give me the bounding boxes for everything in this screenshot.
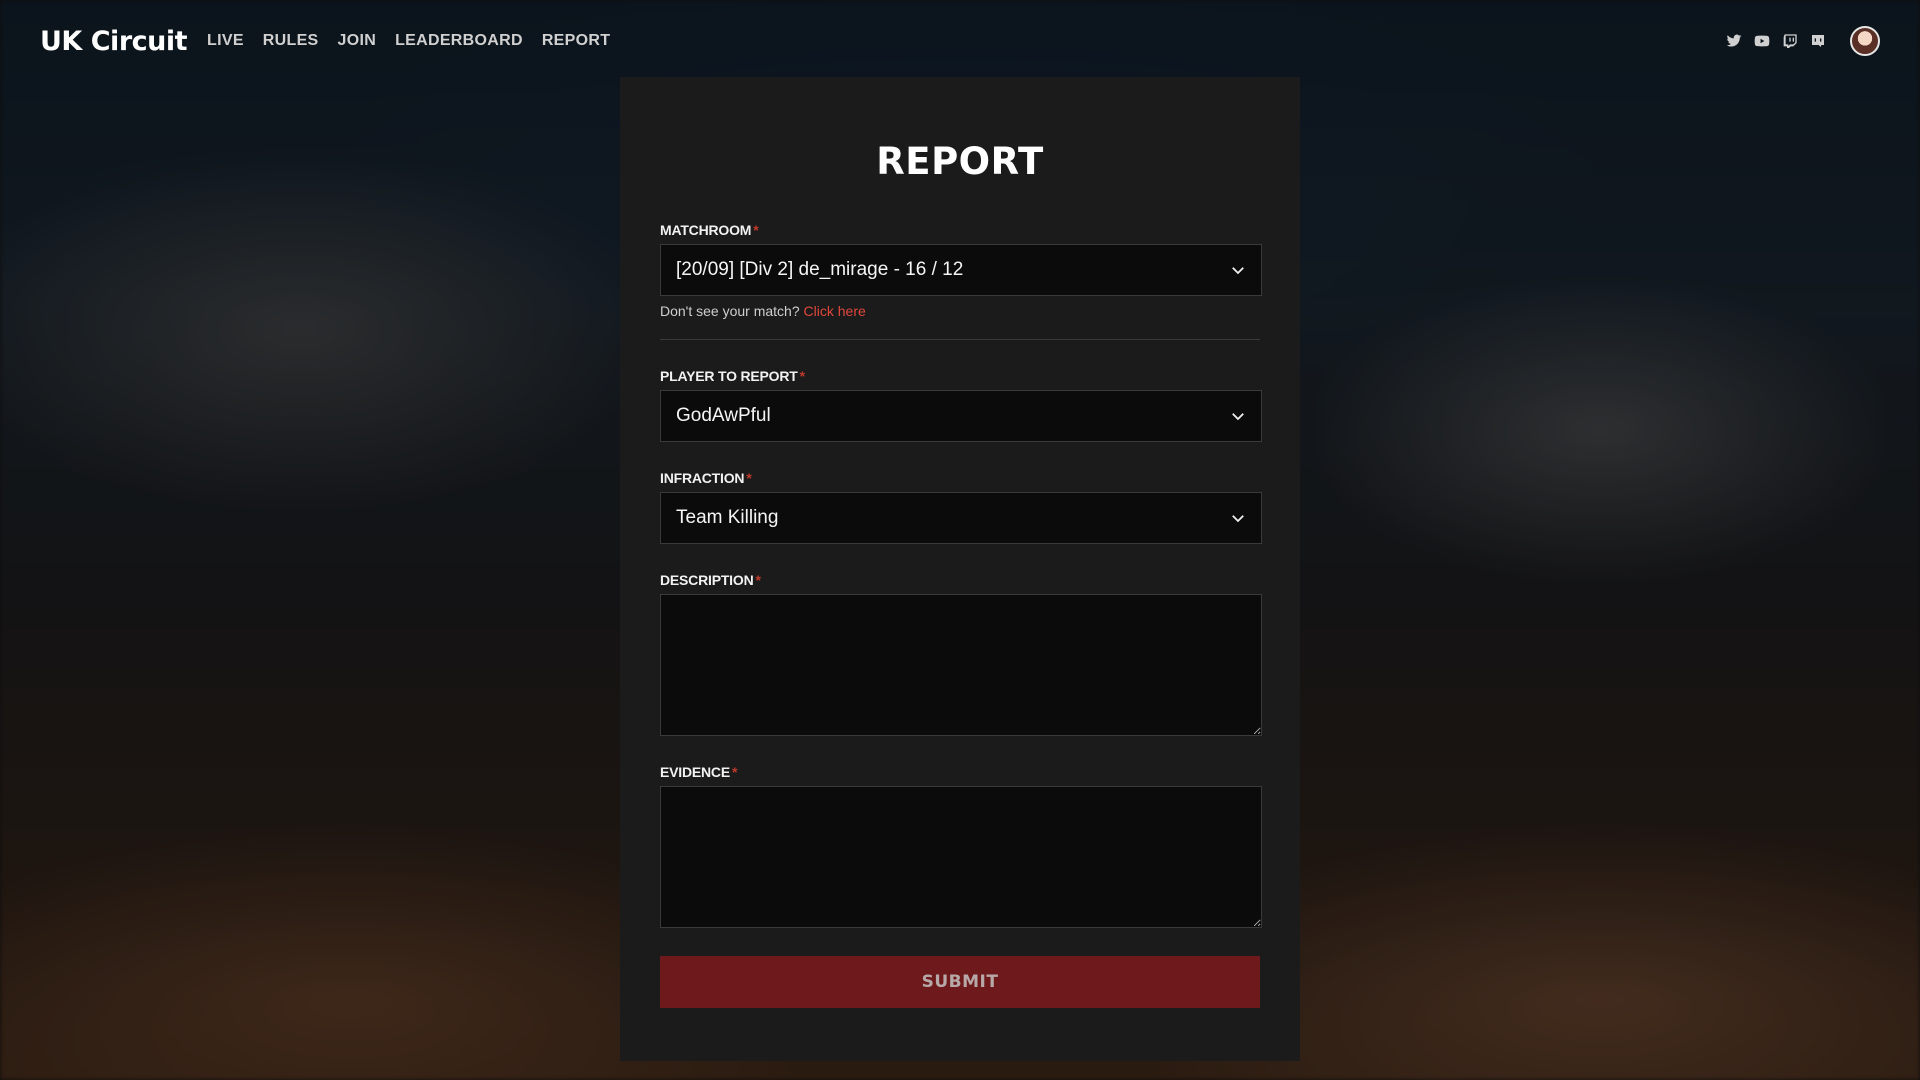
chevron-down-icon	[1229, 509, 1247, 527]
user-avatar[interactable]	[1850, 26, 1880, 56]
matchroom-group: MATCHROOM * [20/09] [Div 2] de_mirage - 1…	[660, 222, 1262, 319]
site-logo[interactable]: UK Circuit	[40, 26, 188, 57]
player-label-text: PLAYER TO REPORT	[660, 368, 798, 384]
evidence-textarea[interactable]	[660, 786, 1262, 928]
matchroom-hint-text: Don't see your match?	[660, 303, 800, 319]
player-select[interactable]: GodAwPful	[660, 390, 1262, 442]
youtube-icon[interactable]	[1754, 33, 1770, 49]
nav-leaderboard[interactable]: LEADERBOARD	[395, 32, 523, 50]
required-marker: *	[753, 222, 759, 238]
description-label: DESCRIPTION *	[660, 572, 1260, 588]
player-label: PLAYER TO REPORT *	[660, 368, 1260, 384]
required-marker: *	[755, 572, 761, 588]
nav-join[interactable]: JOIN	[338, 32, 377, 50]
social-links	[1726, 26, 1880, 56]
evidence-label: EVIDENCE *	[660, 764, 1260, 780]
matchroom-label-text: MATCHROOM	[660, 222, 752, 238]
infraction-label: INFRACTION *	[660, 470, 1260, 486]
nav-rules[interactable]: RULES	[263, 32, 319, 50]
required-marker: *	[746, 470, 752, 486]
main-nav: LIVE RULES JOIN LEADERBOARD REPORT	[207, 32, 610, 50]
nav-report[interactable]: REPORT	[542, 32, 610, 50]
infraction-select[interactable]: Team Killing	[660, 492, 1262, 544]
infraction-selected-value: Team Killing	[676, 507, 779, 528]
matchroom-label: MATCHROOM *	[660, 222, 1260, 238]
click-here-link[interactable]: Click here	[804, 303, 866, 319]
twitter-icon[interactable]	[1726, 33, 1742, 49]
matchroom-hint: Don't see your match? Click here	[660, 303, 1260, 319]
report-form-card: REPORT MATCHROOM * [20/09] [Div 2] de_mir…	[620, 77, 1300, 1061]
page-title: REPORT	[876, 140, 1044, 183]
evidence-group: EVIDENCE *	[660, 764, 1262, 928]
description-textarea[interactable]	[660, 594, 1262, 736]
twitch-icon[interactable]	[1782, 33, 1798, 49]
chevron-down-icon	[1229, 407, 1247, 425]
player-selected-value: GodAwPful	[676, 405, 771, 426]
submit-button[interactable]: SUBMIT	[660, 956, 1260, 1008]
description-group: DESCRIPTION *	[660, 572, 1262, 736]
nav-live[interactable]: LIVE	[207, 32, 244, 50]
infraction-label-text: INFRACTION	[660, 470, 745, 486]
required-marker: *	[731, 764, 738, 780]
top-navbar: UK Circuit LIVE RULES JOIN LEADERBOARD R…	[0, 0, 1920, 82]
matchroom-selected-value: [20/09] [Div 2] de_mirage - 16 / 12	[676, 259, 964, 280]
chevron-down-icon	[1229, 261, 1247, 279]
player-group: PLAYER TO REPORT * GodAwPful	[660, 368, 1262, 442]
infraction-group: INFRACTION * Team Killing	[660, 470, 1262, 544]
divider	[660, 339, 1260, 340]
matchroom-select[interactable]: [20/09] [Div 2] de_mirage - 16 / 12	[660, 244, 1262, 296]
required-marker: *	[799, 368, 805, 384]
discord-icon[interactable]	[1810, 33, 1826, 49]
evidence-label-text: EVIDENCE	[660, 764, 730, 780]
description-label-text: DESCRIPTION	[660, 572, 754, 588]
